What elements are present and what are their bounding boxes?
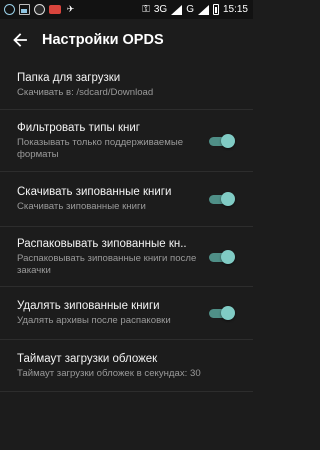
download-zipped-switch[interactable] (207, 191, 235, 207)
setting-download-zipped[interactable]: Скачивать зипованные книги Скачивать зип… (0, 172, 253, 227)
app-bar: Настройки OPDS (0, 19, 253, 60)
switch-thumb (221, 133, 235, 148)
setting-download-folder[interactable]: Папка для загрузки Скачивать в: /sdcard/… (0, 60, 253, 110)
setting-title: Таймаут загрузки обложек (17, 352, 158, 365)
setting-subtitle: Показывать только поддерживаемые форматы (17, 136, 184, 160)
setting-title: Папка для загрузки (17, 71, 121, 84)
network-type: 3G (153, 4, 168, 15)
page-title: Настройки OPDS (42, 31, 164, 48)
signal-icon (171, 4, 183, 15)
vpn-key-icon: ⚿ (142, 4, 150, 15)
unpack-zipped-switch[interactable] (207, 249, 235, 265)
setting-subtitle: Скачивать зипованные книги (17, 201, 146, 212)
settings-list: Папка для загрузки Скачивать в: /sdcard/… (0, 60, 253, 392)
arrow-back-icon (13, 32, 27, 47)
gallery-icon (19, 4, 30, 15)
setting-subtitle: Таймаут загрузки обложек в секундах: 30 (17, 367, 201, 379)
status-bar-system: ⚿ 3G G 15:15 (142, 0, 248, 19)
filter-book-types-switch[interactable] (207, 133, 235, 149)
setting-title: Скачивать зипованные книги (17, 186, 172, 198)
setting-subtitle: Удалять архивы после распаковки (17, 315, 171, 326)
setting-title: Распаковывать зипованные кн.. (17, 237, 187, 250)
signal-icon-2 (197, 4, 209, 15)
status-bar-notifications: ✈ (4, 4, 76, 15)
setting-delete-zipped[interactable]: Удалять зипованные книги Удалять архивы … (0, 287, 253, 340)
setting-title: Удалять зипованные книги (17, 300, 160, 312)
switch-thumb (221, 306, 235, 320)
setting-subtitle: Скачивать в: /sdcard/Download (17, 86, 154, 98)
telegram-icon: ✈ (66, 4, 75, 14)
carrier-type: G (186, 4, 194, 15)
delete-zipped-switch[interactable] (207, 305, 235, 321)
setting-title: Фильтровать типы книг (17, 121, 140, 134)
status-bar: ✈ ⚿ 3G G 15:15 (0, 0, 253, 19)
back-button[interactable] (0, 19, 40, 60)
youtube-icon (49, 5, 61, 14)
app-notification-icon (34, 4, 45, 15)
setting-unpack-zipped[interactable]: Распаковывать зипованные кн.. Распаковыв… (0, 227, 253, 287)
notification-badge-icon (4, 4, 15, 15)
setting-filter-book-types[interactable]: Фильтровать типы книг Показывать только … (0, 110, 253, 172)
switch-thumb (221, 249, 235, 264)
clock: 15:15 (222, 4, 248, 15)
switch-thumb (221, 192, 235, 206)
setting-subtitle: Распаковывать зипованные книги после зак… (17, 252, 197, 276)
setting-cover-timeout[interactable]: Таймаут загрузки обложек Таймаут загрузк… (0, 340, 253, 392)
battery-icon (212, 4, 219, 15)
